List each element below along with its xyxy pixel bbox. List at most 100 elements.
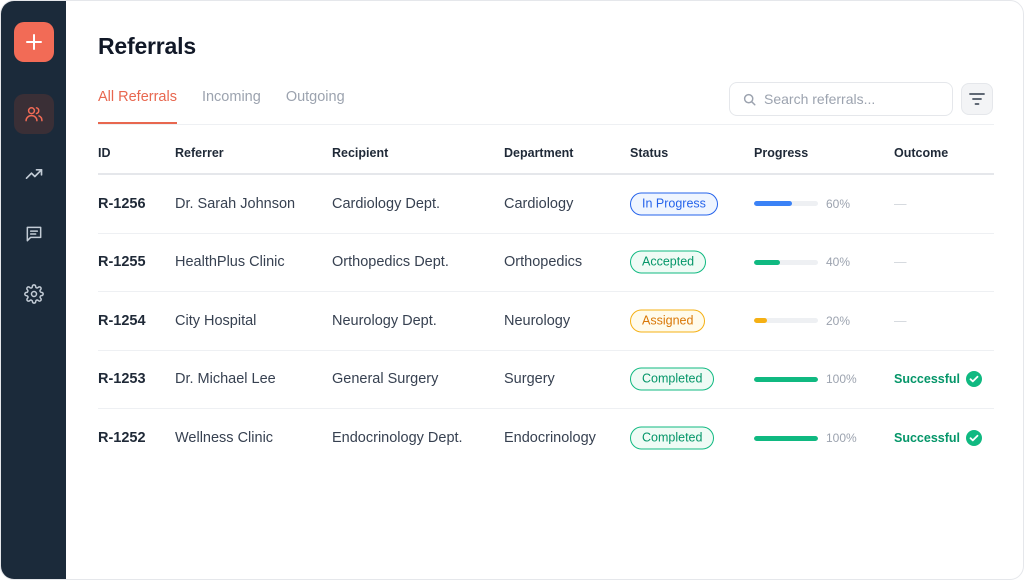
referrer-name: City Hospital: [175, 312, 257, 329]
progress-cell: 40%: [754, 255, 850, 269]
outcome-cell: Successful: [894, 371, 983, 388]
progress-bar: [754, 259, 818, 265]
column-header-outcome[interactable]: Outcome: [894, 146, 948, 160]
search-input[interactable]: [764, 91, 934, 107]
status-cell: Assigned: [630, 309, 706, 333]
table-row[interactable]: R-1256 Dr. Sarah Johnson Cardiology Dept. C…: [98, 175, 994, 234]
status-cell: In Progress: [630, 192, 718, 216]
table-row[interactable]: R-1253 Dr. Michael Lee General Surgery Surg…: [98, 351, 994, 409]
department-name: Cardiology: [504, 195, 574, 212]
tab-bar: All Referrals Incoming Outgoing: [98, 81, 370, 125]
tab-outgoing[interactable]: Outgoing: [286, 81, 345, 124]
progress-percent: 100%: [826, 431, 857, 446]
progress-percent: 100%: [826, 372, 857, 387]
sidebar-item-messages[interactable]: [14, 214, 54, 254]
column-header-progress[interactable]: Progress: [754, 146, 808, 160]
check-circle-icon: [966, 371, 983, 388]
progress-percent: 40%: [826, 255, 851, 270]
outcome-empty: —: [894, 255, 907, 270]
tab-all-referrals[interactable]: All Referrals: [98, 81, 177, 124]
referrer-name: Dr. Michael Lee: [175, 371, 276, 388]
referrals-table: ID Referrer Recipient Department Status …: [98, 131, 994, 468]
add-button[interactable]: [14, 22, 54, 62]
status-badge: Completed: [630, 426, 715, 450]
sidebar-item-analytics[interactable]: [14, 154, 54, 194]
table-row[interactable]: R-1252 Wellness Clinic Endocrinology Dept.…: [98, 409, 994, 468]
status-cell: Completed: [630, 367, 715, 391]
department-name: Orthopedics: [504, 254, 583, 271]
status-badge: Accepted: [630, 250, 707, 274]
progress-cell: 100%: [754, 431, 857, 445]
referral-id[interactable]: R-1256: [98, 196, 146, 212]
recipient-name: Cardiology Dept.: [332, 195, 440, 212]
referral-id[interactable]: R-1253: [98, 371, 146, 387]
table-row[interactable]: R-1254 City Hospital Neurology Dept. Neurol…: [98, 292, 994, 351]
outcome-text: Successful: [894, 431, 961, 446]
recipient-name: Orthopedics Dept.: [332, 254, 449, 271]
outcome-cell: —: [894, 314, 907, 328]
table-row[interactable]: R-1255 HealthPlus Clinic Orthopedics Dept.…: [98, 234, 994, 292]
message-icon: [26, 226, 42, 242]
table-header: ID Referrer Recipient Department Status …: [98, 131, 994, 175]
sidebar-item-settings[interactable]: [14, 274, 54, 314]
outcome-empty: —: [894, 196, 907, 211]
trending-up-icon: [25, 169, 43, 179]
progress-cell: 100%: [754, 372, 857, 386]
referral-id[interactable]: R-1254: [98, 313, 146, 329]
recipient-name: Endocrinology Dept.: [332, 430, 463, 447]
column-header-referrer[interactable]: Referrer: [175, 146, 224, 160]
filter-icon: [969, 93, 985, 105]
referral-id[interactable]: R-1252: [98, 430, 146, 446]
status-badge: Completed: [630, 367, 715, 391]
outcome-empty: —: [894, 313, 907, 328]
recipient-name: General Surgery: [332, 371, 439, 388]
column-header-recipient[interactable]: Recipient: [332, 146, 388, 160]
progress-bar: [754, 376, 818, 382]
check-circle-icon: [966, 430, 983, 447]
referrer-name: HealthPlus Clinic: [175, 254, 285, 271]
column-header-status[interactable]: Status: [630, 146, 668, 160]
recipient-name: Neurology Dept.: [332, 312, 437, 329]
users-icon: [25, 107, 43, 122]
progress-percent: 20%: [826, 313, 851, 328]
outcome-cell: —: [894, 197, 907, 211]
status-cell: Accepted: [630, 250, 707, 274]
filter-button[interactable]: [961, 83, 993, 115]
referrer-name: Wellness Clinic: [175, 430, 274, 447]
app-window: Referrals All Referrals Incoming Outgoin…: [0, 0, 1024, 580]
column-header-id[interactable]: ID: [98, 146, 111, 160]
progress-cell: 20%: [754, 314, 850, 328]
status-badge: In Progress: [630, 192, 718, 216]
search-box[interactable]: [729, 82, 953, 116]
sidebar-item-referrals[interactable]: [14, 94, 54, 134]
page-title: Referrals: [98, 33, 196, 59]
table-body: R-1256 Dr. Sarah Johnson Cardiology Dept. C…: [98, 175, 994, 468]
tab-incoming[interactable]: Incoming: [202, 81, 261, 124]
progress-fill: [754, 259, 780, 265]
outcome-text: Successful: [894, 372, 961, 387]
progress-bar: [754, 201, 818, 207]
gear-icon: [24, 284, 44, 304]
referral-id[interactable]: R-1255: [98, 254, 146, 270]
main-content: Referrals All Referrals Incoming Outgoin…: [66, 1, 1023, 579]
tab-divider: [98, 124, 994, 125]
progress-fill: [754, 435, 818, 441]
progress-fill: [754, 318, 767, 324]
department-name: Surgery: [504, 371, 555, 388]
outcome-cell: —: [894, 255, 907, 269]
department-name: Neurology: [504, 312, 571, 329]
sidebar: [1, 1, 66, 579]
outcome-cell: Successful: [894, 430, 983, 447]
progress-cell: 60%: [754, 197, 850, 211]
column-header-department[interactable]: Department: [504, 146, 573, 160]
progress-fill: [754, 376, 818, 382]
status-badge: Assigned: [630, 309, 706, 333]
department-name: Endocrinology: [504, 430, 596, 447]
progress-bar: [754, 318, 818, 324]
search-icon: [743, 93, 756, 106]
status-cell: Completed: [630, 426, 715, 450]
progress-fill: [754, 201, 793, 207]
progress-percent: 60%: [826, 196, 851, 211]
referrer-name: Dr. Sarah Johnson: [175, 195, 296, 212]
plus-icon: [26, 34, 42, 50]
